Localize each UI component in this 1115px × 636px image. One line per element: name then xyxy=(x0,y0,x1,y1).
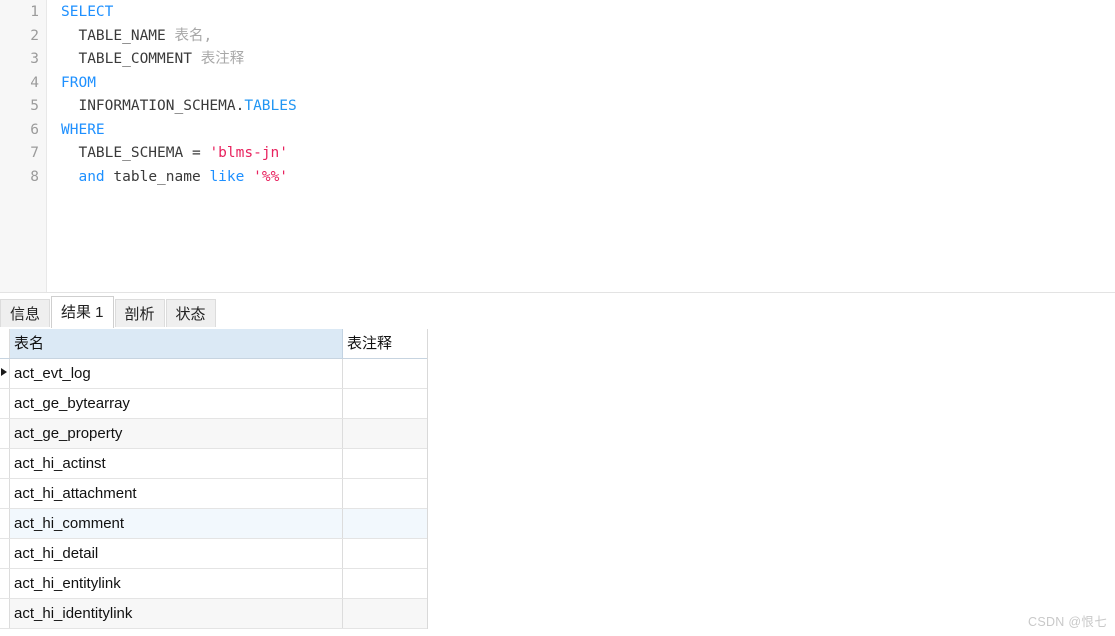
column-header-table-comment[interactable]: 表注释 xyxy=(343,329,427,358)
result-grid-body: act_evt_log act_ge_bytearray act_ge_proper… xyxy=(0,359,427,629)
cell-table-comment[interactable] xyxy=(343,569,427,598)
code-token-op xyxy=(61,145,78,161)
current-row-caret-icon xyxy=(1,368,7,376)
tab-0[interactable]: 信息 xyxy=(0,299,51,328)
code-line[interactable]: and table_name like '%%' xyxy=(61,166,1115,190)
line-number: 1 xyxy=(30,4,39,20)
row-indicator-current[interactable] xyxy=(0,359,10,388)
line-number: 2 xyxy=(30,27,39,44)
cell-table-name[interactable]: act_evt_log xyxy=(10,359,343,388)
code-token-op: = xyxy=(183,145,210,161)
code-line[interactable]: WHERE xyxy=(61,119,1115,143)
code-token-ident: TABLE_NAME xyxy=(78,27,166,44)
cell-table-name[interactable]: act_hi_identitylink xyxy=(10,599,343,628)
code-token-ident: table_name xyxy=(113,168,201,185)
cell-table-comment[interactable] xyxy=(343,359,427,388)
code-token-str: 'blms-jn' xyxy=(209,145,289,161)
code-line[interactable]: TABLE_COMMENT 表注释 xyxy=(61,48,1115,72)
code-token-kw: FROM xyxy=(61,74,96,91)
row-indicator[interactable] xyxy=(0,479,10,508)
code-token-op xyxy=(61,28,78,44)
result-tabstrip: 信息 结果 1 剖析 状态 xyxy=(0,292,1115,328)
code-line[interactable]: SELECT xyxy=(61,1,1115,25)
code-token-ident: TABLE_SCHEMA xyxy=(78,145,184,161)
code-line[interactable]: TABLE_SCHEMA = 'blms-jn' xyxy=(61,142,1115,166)
cell-table-comment[interactable] xyxy=(343,449,427,478)
line-number: 4 xyxy=(30,74,39,91)
code-token-op xyxy=(61,169,78,185)
cell-table-comment[interactable] xyxy=(343,389,427,418)
row-indicator[interactable] xyxy=(0,569,10,598)
line-number: 7 xyxy=(30,145,39,161)
tabstrip-baseline xyxy=(0,327,1115,328)
code-token-op xyxy=(61,51,78,67)
csdn-watermark: CSDN @恨七 xyxy=(1028,615,1107,629)
tab-1-active[interactable]: 结果 1 xyxy=(51,296,114,328)
table-row[interactable]: act_hi_entitylink xyxy=(0,569,427,599)
cell-table-comment[interactable] xyxy=(343,419,427,448)
line-number: 8 xyxy=(30,168,39,185)
code-token-kw: SELECT xyxy=(61,4,114,20)
result-tabs: 信息 结果 1 剖析 状态 xyxy=(0,296,217,328)
table-row[interactable]: act_hi_attachment xyxy=(0,479,427,509)
result-grid[interactable]: 表名 表注释 act_evt_log act_ge_bytearray act_ge… xyxy=(0,329,428,629)
code-line[interactable]: FROM xyxy=(61,72,1115,96)
row-header-corner xyxy=(0,329,10,358)
line-number: 5 xyxy=(30,98,39,114)
code-line[interactable]: TABLE_NAME 表名, xyxy=(61,25,1115,49)
table-row[interactable]: act_ge_bytearray xyxy=(0,389,427,419)
table-row[interactable]: act_evt_log xyxy=(0,359,427,389)
tab-2[interactable]: 剖析 xyxy=(114,299,165,328)
row-indicator[interactable] xyxy=(0,419,10,448)
code-line[interactable]: INFORMATION_SCHEMA.TABLES xyxy=(61,95,1115,119)
code-token-kw: and xyxy=(78,168,105,185)
line-number: 6 xyxy=(30,121,39,138)
code-token-kw: like xyxy=(209,168,245,185)
table-row[interactable]: act_ge_property xyxy=(0,419,427,449)
table-row[interactable]: act_hi_identitylink xyxy=(0,599,427,629)
code-token-ident: TABLE_COMMENT xyxy=(78,51,192,67)
code-token-alias: 表名, xyxy=(174,27,213,44)
sql-editor[interactable]: 1 2 3 4 5 6 7 8 SELECT TABLE_NAME 表名, TABLE_COM… xyxy=(0,0,1115,292)
code-token-op xyxy=(244,169,253,185)
cell-table-name[interactable]: act_hi_attachment xyxy=(10,479,343,508)
cell-table-name[interactable]: act_ge_property xyxy=(10,419,343,448)
table-row[interactable]: act_hi_detail xyxy=(0,539,427,569)
row-indicator[interactable] xyxy=(0,539,10,568)
cell-table-comment[interactable] xyxy=(343,509,427,538)
line-number: 3 xyxy=(30,51,39,67)
cell-table-name[interactable]: act_hi_entitylink xyxy=(10,569,343,598)
cell-table-name[interactable]: act_ge_bytearray xyxy=(10,389,343,418)
tab-3[interactable]: 状态 xyxy=(165,299,216,328)
code-token-kw: WHERE xyxy=(61,121,105,138)
code-token-op xyxy=(61,98,78,114)
cell-table-name[interactable]: act_hi_comment xyxy=(10,509,343,538)
code-token-str: '%%' xyxy=(253,168,289,185)
code-token-op xyxy=(192,51,201,67)
column-header-table-name[interactable]: 表名 xyxy=(10,329,343,358)
code-token-alias: 表注释 xyxy=(200,51,245,67)
table-row[interactable]: act_hi_comment xyxy=(0,509,427,539)
row-indicator[interactable] xyxy=(0,509,10,538)
result-grid-header: 表名 表注释 xyxy=(0,329,427,359)
table-row[interactable]: act_hi_actinst xyxy=(0,449,427,479)
row-indicator[interactable] xyxy=(0,599,10,628)
cell-table-comment[interactable] xyxy=(343,479,427,508)
sql-code-area[interactable]: SELECT TABLE_NAME 表名, TABLE_COMMENT 表注释 F… xyxy=(47,0,1115,292)
cell-table-name[interactable]: act_hi_actinst xyxy=(10,449,343,478)
cell-table-comment[interactable] xyxy=(343,539,427,568)
line-number-gutter: 1 2 3 4 5 6 7 8 xyxy=(0,0,47,292)
cell-table-comment[interactable] xyxy=(343,599,427,628)
row-indicator[interactable] xyxy=(0,449,10,478)
code-token-op xyxy=(166,28,175,44)
code-token-kw2: TABLES xyxy=(244,98,297,114)
cell-table-name[interactable]: act_hi_detail xyxy=(10,539,343,568)
row-indicator[interactable] xyxy=(0,389,10,418)
code-token-ident: INFORMATION_SCHEMA. xyxy=(78,98,245,114)
